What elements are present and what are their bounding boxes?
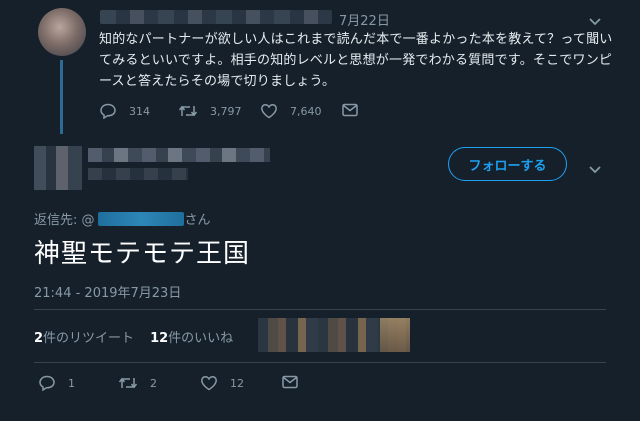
like-icon	[201, 376, 217, 391]
direct-message-icon	[342, 103, 358, 117]
divider	[34, 309, 606, 310]
tweet-more-menu[interactable]	[588, 160, 602, 179]
retweet-action[interactable]: 2	[118, 375, 157, 391]
reply-to-handle-blurred[interactable]	[97, 211, 184, 226]
retweet-stat-count: 2	[34, 331, 44, 346]
reply-to-suffix: さん	[184, 213, 211, 228]
chevron-down-icon	[589, 18, 601, 26]
like-stat-label: 件のいいね	[168, 331, 234, 346]
retweet-icon	[178, 105, 198, 117]
divider	[34, 362, 606, 363]
reply-count: 1	[68, 376, 75, 390]
parent-tweet-date[interactable]: 7月22日	[339, 10, 390, 29]
like-action[interactable]: 12	[200, 375, 244, 391]
dm-action[interactable]	[282, 375, 298, 389]
parent-retweet-count: 3,797	[210, 104, 242, 118]
parent-tweet-text: 知的なパートナーが欲しい人はこれまで読んだ本で一番よかった本を教えて？って聞いて…	[99, 32, 613, 89]
retweet-stat-label: 件のリツイート	[43, 331, 135, 346]
parent-reply-action[interactable]: 314	[99, 103, 150, 119]
retweet-count: 2	[150, 376, 157, 390]
chevron-down-icon	[589, 166, 601, 174]
reply-to-prefix: 返信先: @	[34, 213, 95, 228]
reply-to-line: 返信先: @ さん	[34, 209, 211, 228]
liker-avatar-blurred[interactable]	[380, 318, 410, 352]
like-stat[interactable]: 12件のいいね	[150, 327, 233, 346]
reply-action[interactable]: 1	[38, 375, 75, 391]
reply-icon	[100, 103, 116, 119]
like-icon	[261, 104, 277, 119]
retweet-stat[interactable]: 2件のリツイート	[34, 327, 134, 346]
thread-line	[60, 60, 63, 134]
author-avatar-blurred[interactable]	[34, 146, 82, 190]
parent-reply-count: 314	[129, 104, 150, 118]
like-stat-count: 12	[150, 331, 169, 346]
reply-icon	[39, 375, 55, 391]
tweet-stats: 2件のリツイート 12件のいいね	[34, 327, 233, 346]
parent-like-count: 7,640	[290, 104, 322, 118]
parent-avatar[interactable]	[38, 8, 86, 56]
author-name-blurred[interactable]	[88, 148, 270, 162]
parent-like-action[interactable]: 7,640	[260, 103, 322, 119]
parent-author-name-blurred[interactable]	[100, 10, 332, 24]
author-handle-blurred[interactable]	[88, 168, 188, 180]
tweet-timestamp[interactable]: 21:44 - 2019年7月23日	[34, 282, 181, 301]
retweet-icon	[118, 377, 138, 389]
direct-message-icon	[282, 375, 298, 389]
tweet-text: 神聖モテモテ王国	[34, 239, 251, 269]
like-count: 12	[230, 376, 244, 390]
parent-dm-action[interactable]	[342, 103, 358, 117]
parent-retweet-action[interactable]: 3,797	[178, 103, 242, 119]
follow-button[interactable]: フォローする	[448, 147, 567, 181]
